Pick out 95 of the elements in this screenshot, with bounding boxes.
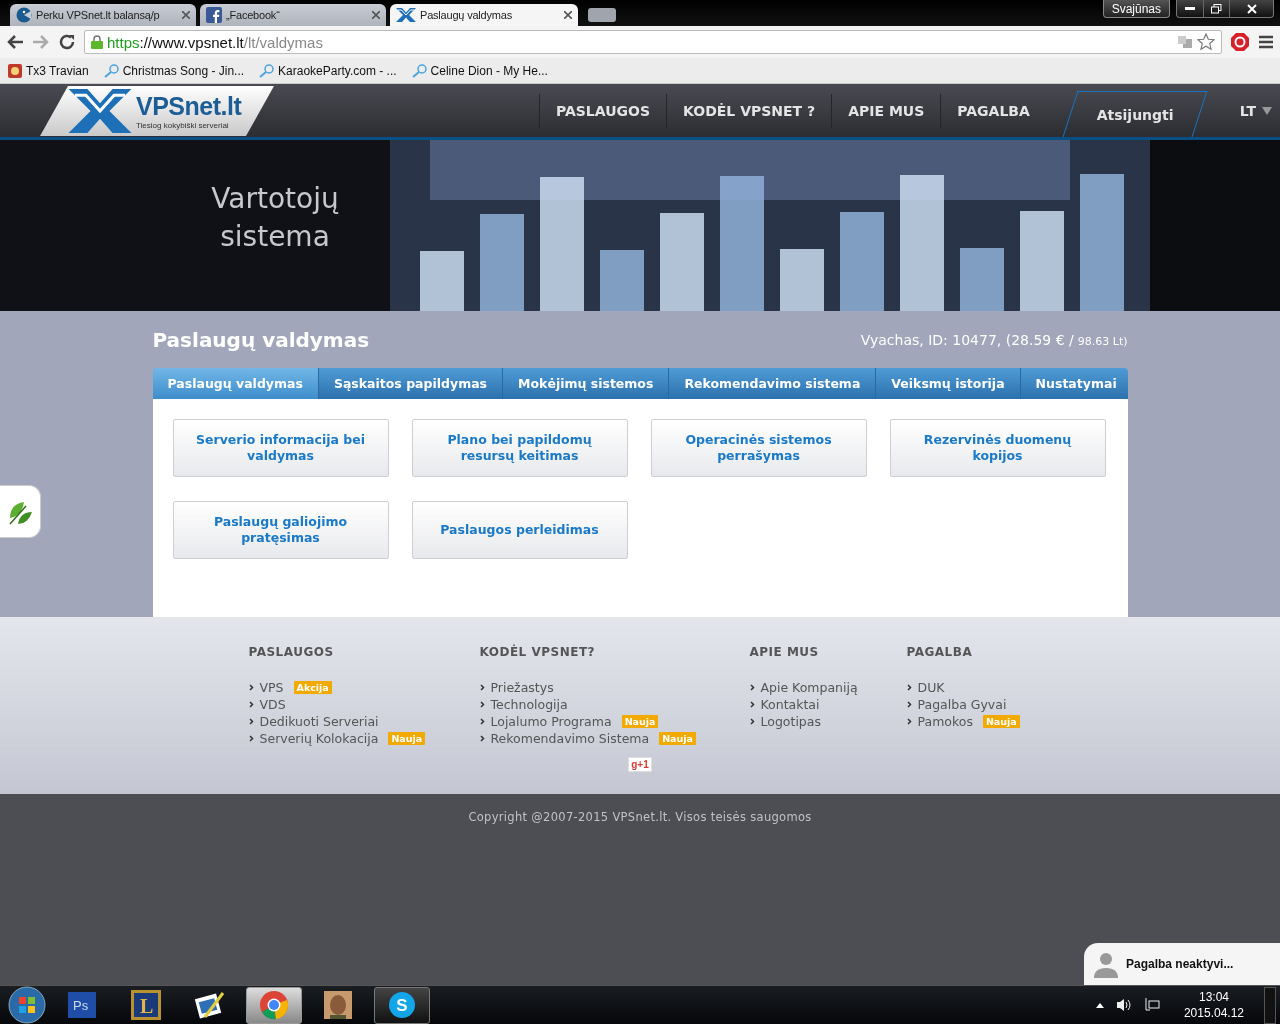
- bookmark[interactable]: Christmas Song - Jin...: [102, 63, 245, 78]
- service-button[interactable]: Rezervinės duomenų kopijos: [889, 419, 1106, 477]
- minimize-icon[interactable]: [1185, 6, 1195, 11]
- restore-icon[interactable]: [1211, 3, 1222, 14]
- photoshop-icon[interactable]: Ps: [68, 992, 96, 1018]
- chevron-icon: [906, 718, 912, 725]
- badge: Nauja: [388, 732, 426, 745]
- chevron-icon: [479, 735, 485, 742]
- bookmark[interactable]: KaraokeParty.com - ...: [258, 63, 397, 78]
- chevron-icon: [248, 718, 254, 725]
- network-icon[interactable]: [1143, 998, 1160, 1012]
- footer-link[interactable]: DUK: [906, 679, 1087, 696]
- footer-link[interactable]: Technologija: [479, 696, 750, 713]
- service-button[interactable]: Serverio informacija bei valdymas: [172, 419, 389, 477]
- game-icon[interactable]: [324, 991, 352, 1019]
- footer-link[interactable]: Kontaktai: [749, 696, 907, 713]
- account-info: Vyachas, ID: 10477, (28.59 € /: [860, 331, 1074, 348]
- bookmark[interactable]: Tx3 Travian: [8, 63, 89, 78]
- logo-text: VPSnet.lt: [136, 92, 242, 121]
- address-bar[interactable]: https://www.vpsnet.lt/lt/valdymas: [84, 30, 1222, 54]
- chevron-icon: [906, 701, 912, 708]
- footer-link[interactable]: Priežastys: [479, 679, 750, 696]
- language-selector[interactable]: LT: [1239, 102, 1272, 119]
- badge: Nauja: [659, 732, 696, 745]
- tagline: Tiesiog kokybiški serveriai: [136, 121, 230, 130]
- service-button[interactable]: Paslaugos perleidimas: [411, 501, 628, 559]
- bookmark[interactable]: Celine Dion - My He...: [410, 63, 548, 78]
- chevron-icon: [749, 718, 755, 725]
- badge: Nauja: [621, 715, 659, 728]
- profile-button[interactable]: Svajūnas: [1102, 0, 1170, 18]
- plus-one-button[interactable]: g+1: [628, 757, 652, 772]
- page-title: Paslaugų valdymas: [152, 327, 370, 352]
- shield-icon: [8, 63, 22, 78]
- chevron-icon: [248, 701, 254, 708]
- x-logo-icon: [68, 89, 132, 133]
- footer-heading: APIE MUS: [749, 645, 820, 659]
- badge: Nauja: [982, 715, 1020, 728]
- nav-link[interactable]: APIE MUS: [831, 93, 941, 128]
- browser-tab[interactable]: „Facebook“: [200, 4, 386, 26]
- pacman-icon: [16, 7, 32, 23]
- service-button[interactable]: Operacinės sistemos perrašymas: [650, 419, 867, 477]
- footer-link[interactable]: Apie Kompaniją: [749, 679, 907, 696]
- footer-link[interactable]: VDS: [248, 696, 480, 713]
- show-desktop-button[interactable]: [1264, 986, 1276, 1024]
- footer-link[interactable]: Lojalumo Programa Nauja: [479, 713, 750, 730]
- close-icon[interactable]: [564, 11, 572, 19]
- paint-icon[interactable]: [195, 990, 225, 1020]
- x-logo-icon: [396, 8, 416, 22]
- chevron-icon: [749, 701, 755, 708]
- browser-tab[interactable]: Perku VPSnet.lt balansą/p: [10, 4, 196, 26]
- chevron-icon: [479, 684, 485, 691]
- reload-icon[interactable]: [58, 33, 76, 51]
- service-button[interactable]: Plano bei papildomų resursų keitimas: [411, 419, 628, 477]
- chevron-icon: [749, 684, 755, 691]
- league-icon[interactable]: L: [131, 990, 161, 1020]
- side-widget[interactable]: [0, 485, 41, 538]
- footer-link[interactable]: VPS Akcija: [248, 679, 480, 696]
- footer-link[interactable]: Pagalba Gyvai: [906, 696, 1087, 713]
- copyright: Copyright @2007-2015 VPSnet.lt. Visos teisės saugomos: [468, 810, 812, 824]
- hero-title: Vartotojų sistema: [210, 181, 340, 255]
- nav-link[interactable]: PASLAUGOS: [538, 93, 667, 128]
- star-icon[interactable]: [1197, 33, 1215, 51]
- chevron-icon: [248, 684, 254, 691]
- speaker-icon[interactable]: [1115, 998, 1132, 1012]
- footer-link[interactable]: Logotipas: [749, 713, 907, 730]
- facebook-icon: [206, 7, 222, 23]
- chevron-icon: [479, 718, 485, 725]
- nav-link[interactable]: PAGALBA: [940, 93, 1046, 128]
- footer-link[interactable]: Dedikuoti Serveriai: [248, 713, 480, 730]
- menu-icon[interactable]: [1258, 34, 1274, 50]
- footer-link[interactable]: Rekomendavimo Sistema Nauja: [479, 730, 750, 747]
- chrome-icon[interactable]: [259, 990, 289, 1020]
- chevron-icon: [248, 735, 254, 742]
- browser-tab[interactable]: Paslaugų valdymas: [390, 4, 578, 26]
- footer-heading: KODĖL VPSNET?: [479, 645, 597, 659]
- footer-link[interactable]: Serverių Kolokacija Nauja: [248, 730, 480, 747]
- person-icon: [1092, 950, 1120, 978]
- lock-icon: [91, 35, 103, 49]
- footer-link[interactable]: Pamokos Nauja: [906, 713, 1087, 730]
- chevron-icon: [906, 684, 912, 691]
- tab[interactable]: Paslaugų valdymas: [152, 368, 319, 399]
- chat-widget[interactable]: Pagalba neaktyvi...: [1084, 943, 1280, 985]
- nav-link[interactable]: KODĖL VPSNET ?: [666, 93, 832, 128]
- badge: Akcija: [293, 681, 332, 694]
- skype-icon[interactable]: S: [387, 990, 417, 1020]
- tray-arrow-icon[interactable]: [1095, 1002, 1104, 1008]
- account-balance: 98.63 Lt): [1077, 334, 1128, 348]
- service-button[interactable]: Paslaugų galiojimo pratęsimas: [172, 501, 389, 559]
- footer-heading: PAGALBA: [906, 645, 974, 659]
- chevron-icon: [479, 701, 485, 708]
- back-icon[interactable]: [6, 34, 24, 50]
- caret-icon: [1262, 106, 1272, 115]
- footer-heading: PASLAUGOS: [248, 645, 335, 659]
- clock: 13:04 2015.04.12: [1183, 989, 1244, 1021]
- start-button[interactable]: [8, 986, 46, 1024]
